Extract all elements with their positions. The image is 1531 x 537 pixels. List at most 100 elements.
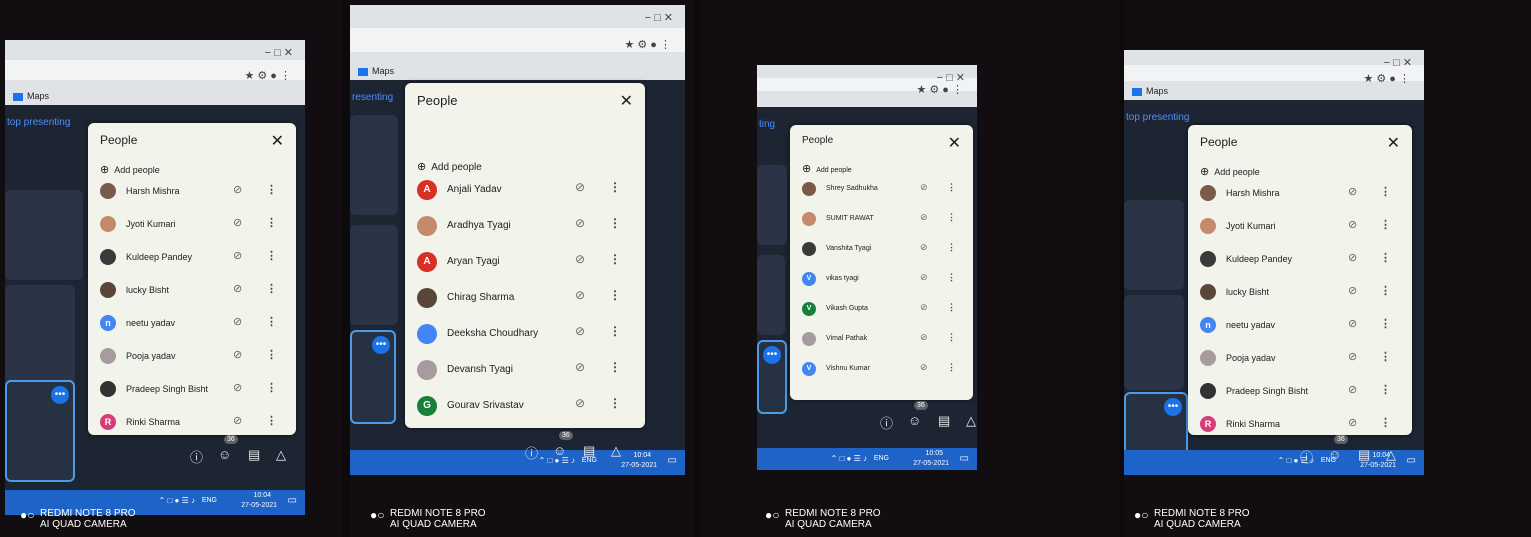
- info-icon[interactable]: ⓘ: [880, 413, 893, 432]
- participant-row[interactable]: Pooja yadav ⊘ ⋮: [88, 348, 296, 364]
- more-vert-icon[interactable]: ⋮: [266, 282, 277, 295]
- more-options-icon[interactable]: •••: [1164, 398, 1182, 416]
- notifications-icon[interactable]: ▭: [288, 495, 297, 506]
- more-vert-icon[interactable]: ⋮: [1380, 416, 1391, 429]
- more-vert-icon[interactable]: ⋮: [609, 360, 621, 374]
- close-icon[interactable]: ✕: [948, 133, 961, 153]
- participant-row[interactable]: R Rinki Sharma ⊘ ⋮: [1188, 416, 1412, 432]
- add-people-button[interactable]: ⊕ Add people: [417, 160, 482, 173]
- close-icon[interactable]: ✕: [271, 131, 284, 151]
- participant-row[interactable]: Harsh Mishra ⊘ ⋮: [88, 183, 296, 199]
- more-vert-icon[interactable]: ⋮: [266, 249, 277, 262]
- video-tile[interactable]: [1124, 200, 1184, 290]
- stop-presenting-button[interactable]: ting: [759, 119, 775, 130]
- mic-off-icon[interactable]: ⊘: [233, 282, 242, 295]
- mic-off-icon[interactable]: ⊘: [1348, 185, 1357, 198]
- more-vert-icon[interactable]: ⋮: [947, 302, 956, 313]
- more-vert-icon[interactable]: ⋮: [266, 315, 277, 328]
- extension-icons[interactable]: ★ ⚙ ● ⋮: [624, 38, 671, 51]
- clock-time[interactable]: 10:04: [253, 492, 271, 499]
- more-vert-icon[interactable]: ⋮: [609, 288, 621, 302]
- info-icon[interactable]: ⓘ: [1300, 447, 1313, 466]
- video-tile[interactable]: •••: [5, 380, 75, 482]
- tray-icons[interactable]: ⌃ □ ● ☰ ♪: [159, 496, 195, 505]
- people-icon[interactable]: ☺: [908, 413, 921, 428]
- activities-icon[interactable]: △: [611, 443, 621, 459]
- mic-off-icon[interactable]: ⊘: [1348, 284, 1357, 297]
- mic-off-icon[interactable]: ⊘: [233, 414, 242, 427]
- more-vert-icon[interactable]: ⋮: [947, 332, 956, 343]
- mic-off-icon[interactable]: ⊘: [920, 242, 928, 253]
- mic-off-icon[interactable]: ⊘: [233, 249, 242, 262]
- mic-off-icon[interactable]: ⊘: [233, 381, 242, 394]
- participant-row[interactable]: Pradeep Singh Bisht ⊘ ⋮: [88, 381, 296, 397]
- more-vert-icon[interactable]: ⋮: [609, 216, 621, 230]
- stop-presenting-button[interactable]: top presenting: [1126, 112, 1189, 123]
- clock-time[interactable]: 10:04: [633, 452, 651, 459]
- participant-row[interactable]: Pooja yadav ⊘ ⋮: [1188, 350, 1412, 366]
- bookmark-maps[interactable]: Maps: [358, 66, 394, 76]
- video-tile[interactable]: [1124, 295, 1184, 390]
- video-tile[interactable]: [757, 165, 787, 245]
- clock-time[interactable]: 10:05: [925, 450, 943, 457]
- people-icon[interactable]: ☺: [1328, 447, 1341, 462]
- clock-date[interactable]: 27-05-2021: [1360, 462, 1396, 469]
- participant-row[interactable]: Jyoti Kumari ⊘ ⋮: [88, 216, 296, 232]
- participant-row[interactable]: Aradhya Tyagi ⊘ ⋮: [405, 216, 645, 236]
- video-tile[interactable]: [350, 115, 398, 215]
- mic-off-icon[interactable]: ⊘: [1348, 416, 1357, 429]
- participant-row[interactable]: Vimal Pathak ⊘ ⋮: [790, 332, 973, 346]
- mic-off-icon[interactable]: ⊘: [920, 182, 928, 193]
- activities-icon[interactable]: △: [1386, 447, 1396, 463]
- participant-row[interactable]: Vvikas tyagi ⊘ ⋮: [790, 272, 973, 286]
- window-controls-icon[interactable]: − □ ✕: [265, 46, 293, 59]
- mic-off-icon[interactable]: ⊘: [233, 216, 242, 229]
- info-icon[interactable]: ⓘ: [525, 443, 538, 462]
- video-tile[interactable]: [350, 225, 398, 325]
- add-people-button[interactable]: ⊕ Add people: [1200, 165, 1260, 178]
- mic-off-icon[interactable]: ⊘: [920, 362, 928, 373]
- mic-off-icon[interactable]: ⊘: [575, 396, 585, 410]
- more-vert-icon[interactable]: ⋮: [266, 414, 277, 427]
- more-vert-icon[interactable]: ⋮: [1380, 317, 1391, 330]
- close-icon[interactable]: ✕: [620, 91, 633, 111]
- mic-off-icon[interactable]: ⊘: [920, 302, 928, 313]
- mic-off-icon[interactable]: ⊘: [1348, 383, 1357, 396]
- notifications-icon[interactable]: ▭: [960, 453, 969, 464]
- more-vert-icon[interactable]: ⋮: [1380, 383, 1391, 396]
- activities-icon[interactable]: △: [276, 447, 286, 463]
- more-options-icon[interactable]: •••: [51, 386, 69, 404]
- participant-row[interactable]: V Vikash Gupta ⊘ ⋮: [790, 302, 973, 316]
- mic-off-icon[interactable]: ⊘: [575, 288, 585, 302]
- more-vert-icon[interactable]: ⋮: [266, 183, 277, 196]
- participant-row[interactable]: Deeksha Choudhary ⊘ ⋮: [405, 324, 645, 344]
- language-indicator[interactable]: ENG: [874, 455, 889, 462]
- clock-date[interactable]: 27-05-2021: [621, 462, 657, 469]
- close-icon[interactable]: ✕: [1387, 133, 1400, 153]
- participant-row[interactable]: A Aryan Tyagi ⊘ ⋮: [405, 252, 645, 272]
- add-people-button[interactable]: ⊕ Add people: [100, 163, 160, 176]
- bookmark-maps[interactable]: Maps: [13, 91, 49, 101]
- notifications-icon[interactable]: ▭: [1407, 455, 1416, 466]
- participant-row[interactable]: Shrey Sadhukha ⊘ ⋮: [790, 182, 973, 196]
- mic-off-icon[interactable]: ⊘: [575, 216, 585, 230]
- participant-row[interactable]: A Anjali Yadav ⊘ ⋮: [405, 180, 645, 200]
- people-icon[interactable]: ☺: [218, 447, 231, 462]
- participant-row[interactable]: G Gourav Srivastav ⊘ ⋮: [405, 396, 645, 416]
- mic-off-icon[interactable]: ⊘: [920, 332, 928, 343]
- more-options-icon[interactable]: •••: [763, 346, 781, 364]
- chat-icon[interactable]: ▤: [1358, 447, 1370, 463]
- stop-presenting-button[interactable]: resenting: [352, 92, 393, 103]
- mic-off-icon[interactable]: ⊘: [233, 315, 242, 328]
- activities-icon[interactable]: △: [966, 413, 976, 429]
- extension-icons[interactable]: ★ ⚙ ● ⋮: [244, 69, 291, 82]
- video-tile[interactable]: •••: [350, 330, 396, 424]
- mic-off-icon[interactable]: ⊘: [233, 183, 242, 196]
- mic-off-icon[interactable]: ⊘: [1348, 317, 1357, 330]
- participant-row[interactable]: Chirag Sharma ⊘ ⋮: [405, 288, 645, 308]
- mic-off-icon[interactable]: ⊘: [575, 180, 585, 194]
- chat-icon[interactable]: ▤: [938, 413, 950, 429]
- participant-row[interactable]: Pradeep Singh Bisht ⊘ ⋮: [1188, 383, 1412, 399]
- more-vert-icon[interactable]: ⋮: [609, 252, 621, 266]
- more-vert-icon[interactable]: ⋮: [609, 396, 621, 410]
